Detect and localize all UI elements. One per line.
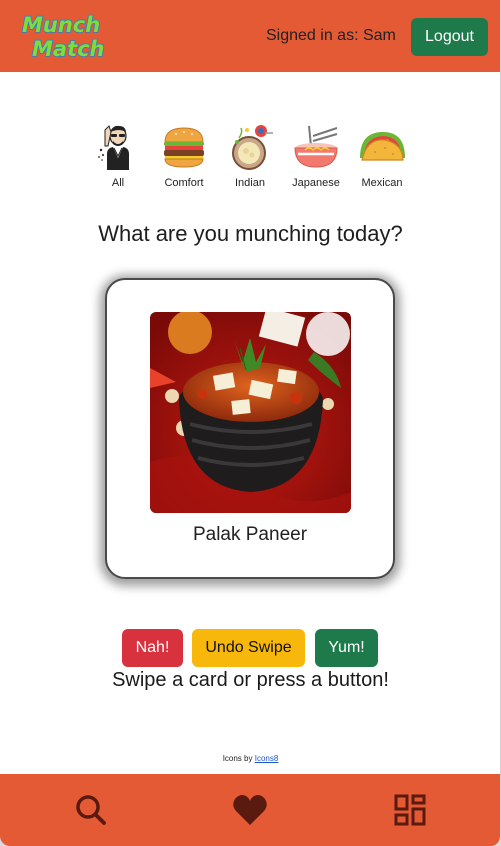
nah-button[interactable]: Nah! <box>122 629 183 667</box>
icon-credit: Icons by Icons8 <box>0 754 500 763</box>
page-heading: What are you munching today? <box>98 221 403 246</box>
ramen-bowl-icon <box>294 125 338 168</box>
dish-name: Palak Paneer <box>192 524 308 545</box>
category-all[interactable]: All <box>85 122 151 192</box>
credit-prefix: Icons by <box>222 754 253 763</box>
yum-button[interactable]: Yum! <box>315 629 378 667</box>
curry-bowl-icon <box>232 125 273 170</box>
category-label: Japanese <box>292 177 340 189</box>
swipe-instructions: Swipe a card or press a button! <box>112 669 389 691</box>
logo-text-munch: Munch <box>22 13 100 37</box>
dashboard-icon[interactable] <box>392 792 428 828</box>
taco-icon <box>360 132 405 161</box>
top-navbar: Munch Match Signed in as: Sam Logout <box>0 0 500 72</box>
bottom-navbar <box>0 774 500 846</box>
person-icon <box>98 125 129 170</box>
logo-text-match: Match <box>32 37 104 61</box>
category-label: Mexican <box>361 177 403 189</box>
logout-button[interactable]: Logout <box>411 18 488 56</box>
munch-match-logo[interactable]: Munch Match <box>18 8 104 64</box>
dish-card[interactable]: Palak Paneer <box>105 278 395 579</box>
search-icon[interactable] <box>73 792 109 828</box>
icons8-link[interactable]: Icons8 <box>255 754 279 763</box>
category-japanese[interactable]: Japanese <box>283 122 349 192</box>
dish-photo <box>150 312 351 513</box>
burger-icon <box>164 127 204 168</box>
category-label: Indian <box>235 177 265 189</box>
signed-in-status: Signed in as: Sam <box>266 27 396 44</box>
category-mexican[interactable]: Mexican <box>349 122 415 192</box>
category-label: All <box>111 177 125 189</box>
undo-swipe-button[interactable]: Undo Swipe <box>192 629 305 667</box>
category-indian[interactable]: Indian <box>217 122 283 192</box>
heart-icon[interactable] <box>232 792 268 828</box>
app-frame: Munch Match Signed in as: Sam Logout All <box>0 0 501 846</box>
category-label: Comfort <box>164 177 204 189</box>
category-comfort[interactable]: Comfort <box>151 122 217 192</box>
